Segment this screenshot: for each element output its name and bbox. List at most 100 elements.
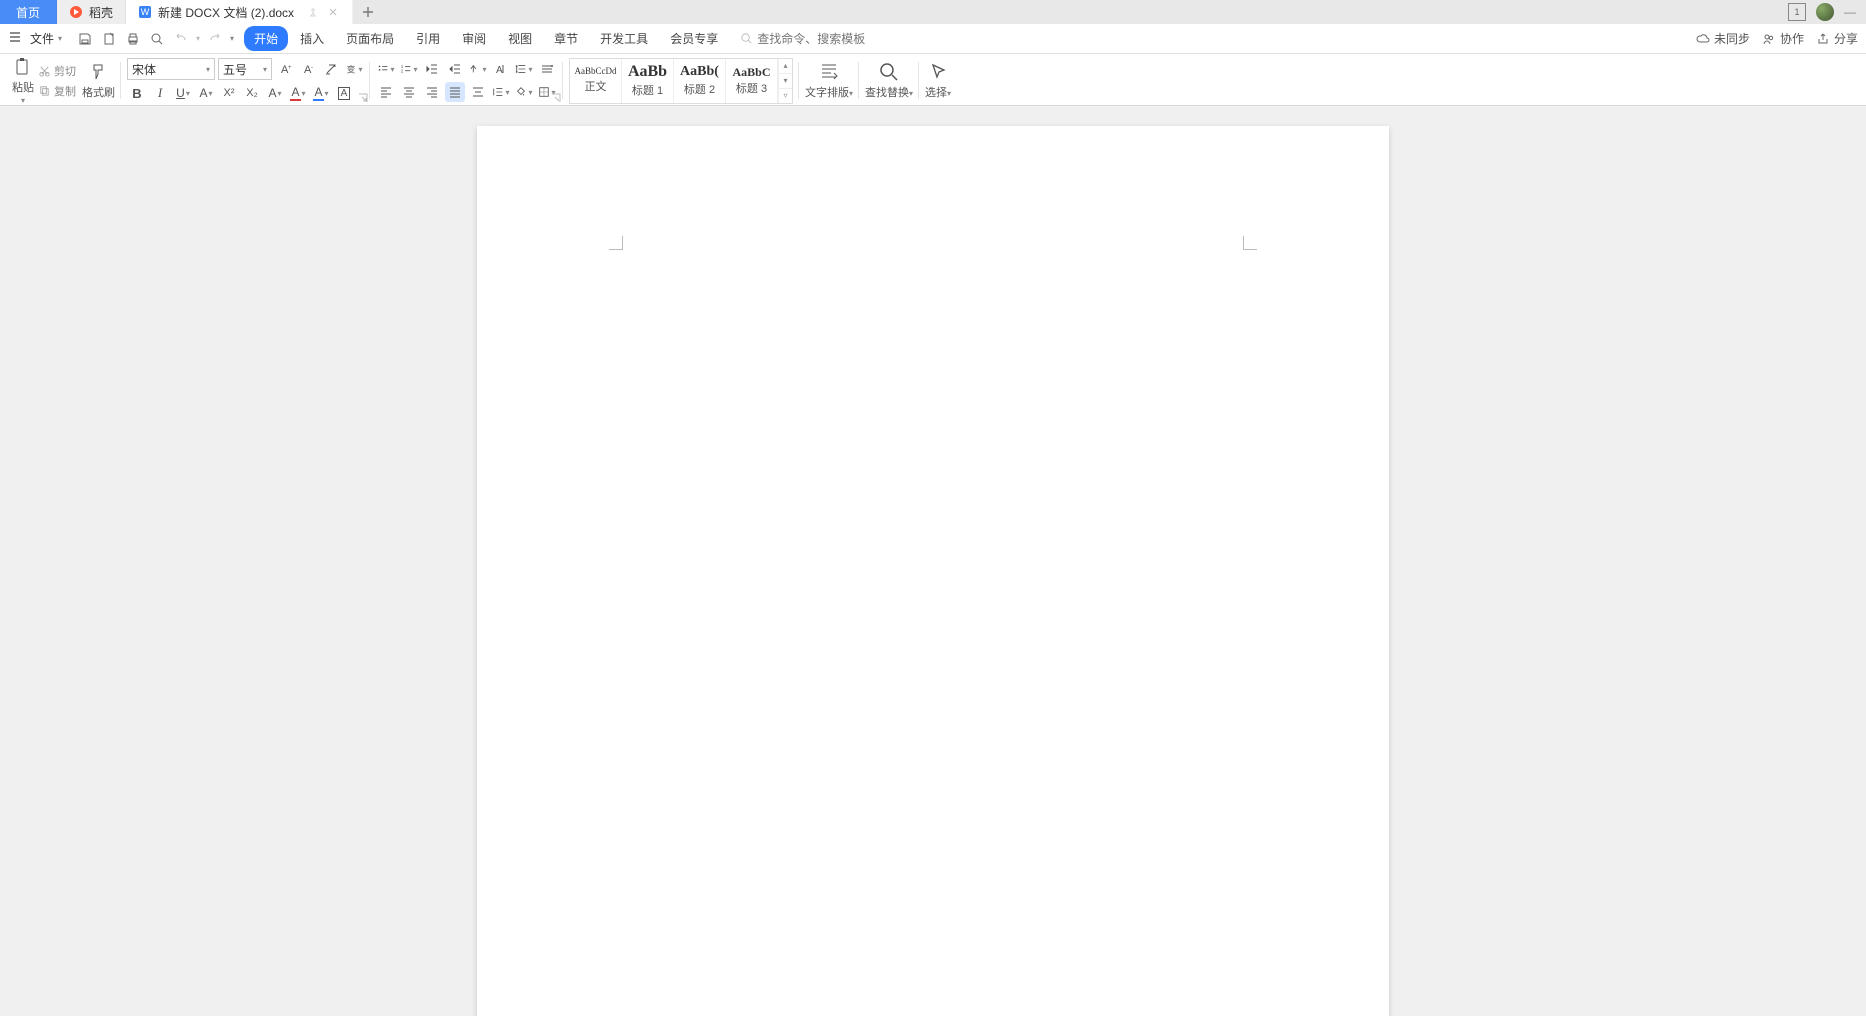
group-find: 查找替换▾ (859, 58, 919, 103)
sort-button[interactable] (468, 59, 488, 79)
text-layout-button[interactable]: 文字排版▾ (805, 61, 853, 100)
font-name-combo[interactable]: 宋体▾ (127, 58, 215, 80)
strikethrough-button[interactable]: A (196, 83, 216, 103)
menutab-review[interactable]: 审阅 (452, 26, 496, 51)
tab-pin-icon[interactable] (306, 5, 320, 19)
character-border-button[interactable]: A (334, 83, 354, 103)
styles-gallery: AaBbCcDd 正文 AaBb 标题 1 AaBb( 标题 2 AaBbC 标… (569, 58, 793, 104)
paste-button[interactable]: 粘贴▾ (12, 56, 34, 105)
paragraph-spacing-button[interactable] (491, 82, 511, 102)
shrink-font-button[interactable]: A- (298, 59, 318, 79)
styles-scroll-up[interactable]: ▴ (779, 59, 792, 74)
format-painter-icon (88, 61, 110, 83)
document-page[interactable] (477, 126, 1389, 1016)
font-size-combo[interactable]: 五号▾ (218, 58, 272, 80)
group-styles: AaBbCcDd 正文 AaBb 标题 1 AaBb( 标题 2 AaBbC 标… (563, 58, 799, 103)
align-center-button[interactable] (399, 82, 419, 102)
qa-undo-icon[interactable] (172, 30, 190, 48)
share-label: 分享 (1834, 30, 1858, 47)
menutab-references[interactable]: 引用 (406, 26, 450, 51)
paste-label: 粘贴 (12, 79, 34, 95)
paste-icon (12, 56, 34, 78)
decrease-indent-button[interactable] (422, 59, 442, 79)
people-icon (1762, 32, 1776, 46)
group-select: 选择▾ (919, 58, 957, 103)
grow-font-button[interactable]: A+ (275, 59, 295, 79)
command-search-input[interactable] (757, 32, 897, 46)
menutab-view[interactable]: 视图 (498, 26, 542, 51)
dokit-icon (69, 5, 83, 19)
align-justify-button[interactable] (445, 82, 465, 102)
text-layout-icon (818, 61, 840, 83)
text-effects-button[interactable]: A (265, 83, 285, 103)
menutab-devtools[interactable]: 开发工具 (590, 26, 658, 51)
style-heading1[interactable]: AaBb 标题 1 (622, 59, 674, 103)
qa-save-icon[interactable] (76, 30, 94, 48)
svg-text:W: W (141, 7, 150, 17)
margin-mark-top-right (1243, 236, 1257, 250)
tab-add-button[interactable] (353, 0, 383, 24)
text-direction-button[interactable]: A (491, 59, 511, 79)
qa-preview-icon[interactable] (148, 30, 166, 48)
menutab-pagelayout[interactable]: 页面布局 (336, 26, 404, 51)
shading-button[interactable] (514, 82, 534, 102)
font-color-button[interactable]: A (311, 83, 331, 103)
paragraph-dialog-launcher[interactable] (551, 93, 561, 103)
bullets-button[interactable] (376, 59, 396, 79)
format-painter-button[interactable]: 格式刷 (82, 61, 115, 100)
command-search[interactable] (740, 32, 897, 46)
menutab-insert[interactable]: 插入 (290, 26, 334, 51)
share-button[interactable]: 分享 (1816, 30, 1858, 47)
qa-print-preview-icon[interactable] (100, 30, 118, 48)
window-minimize-icon[interactable]: — (1844, 5, 1856, 19)
sync-status[interactable]: 未同步 (1696, 30, 1750, 47)
tab-close-icon[interactable] (326, 5, 340, 19)
show-marks-button[interactable] (537, 59, 557, 79)
line-spacing-button[interactable] (514, 59, 534, 79)
superscript-button[interactable]: X² (219, 83, 239, 103)
user-avatar[interactable] (1816, 3, 1834, 21)
bold-button[interactable]: B (127, 83, 147, 103)
subscript-button[interactable]: X₂ (242, 83, 262, 103)
tab-document[interactable]: W 新建 DOCX 文档 (2).docx (126, 0, 353, 24)
collab-button[interactable]: 协作 (1762, 30, 1804, 47)
styles-scroll-down[interactable]: ▾ (779, 74, 792, 89)
numbering-button[interactable]: 12 (399, 59, 419, 79)
align-right-button[interactable] (422, 82, 442, 102)
copy-button[interactable]: 复制 (38, 83, 76, 99)
increase-indent-button[interactable] (445, 59, 465, 79)
tab-dokit[interactable]: 稻壳 (57, 0, 126, 24)
qa-print-icon[interactable] (124, 30, 142, 48)
style-normal[interactable]: AaBbCcDd 正文 (570, 59, 622, 103)
italic-button[interactable]: I (150, 83, 170, 103)
word-doc-icon: W (138, 5, 152, 19)
qa-undo-dropdown[interactable]: ▾ (196, 34, 200, 43)
find-replace-button[interactable]: 查找替换▾ (865, 61, 913, 100)
window-count-badge[interactable]: 1 (1788, 3, 1806, 21)
svg-text:+: + (288, 65, 292, 71)
copy-icon (38, 84, 51, 97)
styles-expand[interactable]: ▿ (779, 89, 792, 103)
font-dialog-launcher[interactable] (358, 93, 368, 103)
tab-home[interactable]: 首页 (0, 0, 57, 24)
document-workspace[interactable] (0, 106, 1866, 1016)
underline-button[interactable]: U (173, 83, 193, 103)
align-left-button[interactable] (376, 82, 396, 102)
style-heading3[interactable]: AaBbC 标题 3 (726, 59, 778, 103)
phonetic-guide-button[interactable]: 变 (344, 59, 364, 79)
tab-home-label: 首页 (16, 4, 40, 21)
style-heading2[interactable]: AaBb( 标题 2 (674, 59, 726, 103)
distribute-button[interactable] (468, 82, 488, 102)
menutab-chapter[interactable]: 章节 (544, 26, 588, 51)
ribbon: 粘贴▾ 剪切 复制 格式刷 宋体▾ 五号▾ A+ A- 变 B I U A X²… (0, 54, 1866, 106)
qa-redo-icon[interactable] (206, 30, 224, 48)
highlight-button[interactable]: A (288, 83, 308, 103)
menutab-member[interactable]: 会员专享 (660, 26, 728, 51)
cut-button[interactable]: 剪切 (38, 63, 76, 79)
file-menu-button[interactable]: 文件 ▾ (30, 30, 62, 47)
qa-more-dropdown[interactable]: ▾ (230, 34, 234, 43)
menutab-start[interactable]: 开始 (244, 26, 288, 51)
hamburger-icon[interactable] (8, 30, 22, 47)
select-button[interactable]: 选择▾ (925, 61, 951, 100)
clear-format-button[interactable] (321, 59, 341, 79)
